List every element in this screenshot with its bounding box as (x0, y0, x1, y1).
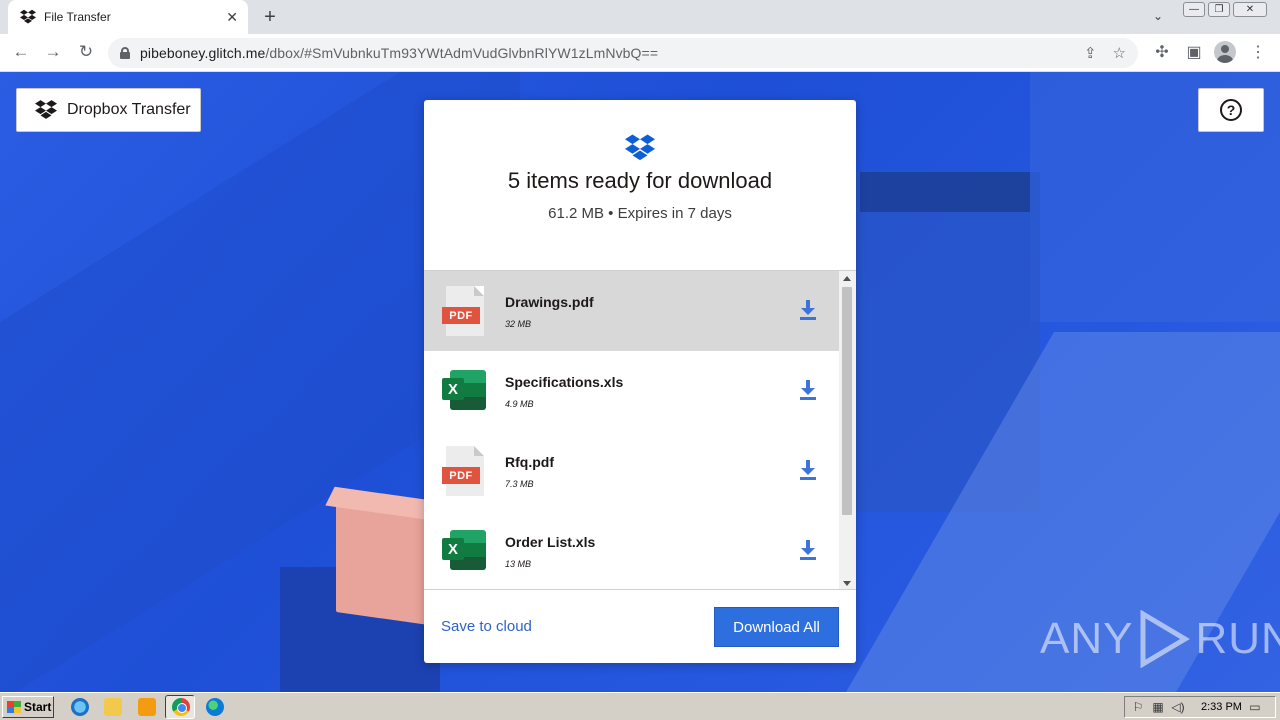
scroll-thumb[interactable] (842, 287, 852, 515)
file-name: Specifications.xls (505, 373, 624, 390)
file-name: Drawings.pdf (505, 293, 594, 310)
new-tab-button[interactable]: + (260, 6, 280, 29)
browser-tab[interactable]: File Transfer ✕ (8, 0, 248, 34)
chrome-taskbar-button[interactable] (165, 695, 195, 719)
file-row[interactable]: PDF Drawings.pdf 32 MB (424, 271, 839, 351)
clock: 2:33 PM (1201, 701, 1242, 713)
show-desktop-icon[interactable]: ▭ (1248, 700, 1262, 714)
dropbox-favicon-icon (20, 9, 36, 24)
download-icon[interactable] (789, 376, 829, 406)
close-window-button[interactable]: ✕ (1233, 2, 1267, 17)
bookmark-star-icon[interactable]: ☆ (1113, 44, 1126, 62)
file-name: Rfq.pdf (505, 453, 554, 470)
tab-search-icon[interactable]: ⌄ (1153, 9, 1163, 23)
address-bar[interactable]: pibeboney.glitch.me/dbox/#SmVubnkuTm93YW… (108, 38, 1138, 68)
back-icon[interactable]: ← (10, 42, 32, 62)
url-text[interactable]: pibeboney.glitch.me/dbox/#SmVubnkuTm93YW… (140, 45, 658, 61)
excel-file-icon: X (442, 366, 488, 416)
download-card: 5 items ready for download 61.2 MB • Exp… (424, 100, 856, 663)
play-logo-icon (1140, 610, 1191, 668)
extensions-icon[interactable]: ✣ (1151, 42, 1173, 62)
help-icon: ? (1220, 99, 1242, 121)
profile-avatar[interactable] (1214, 41, 1236, 63)
dropbox-logo-icon (625, 134, 655, 161)
side-panel-icon[interactable]: ▣ (1183, 42, 1205, 62)
reload-icon[interactable]: ↻ (75, 42, 97, 62)
download-icon[interactable] (789, 536, 829, 566)
pdf-file-icon: PDF (442, 446, 488, 496)
card-header: 5 items ready for download 61.2 MB • Exp… (424, 100, 856, 270)
brand-label: Dropbox Transfer (67, 101, 191, 118)
excel-file-icon: X (442, 526, 488, 576)
windows-logo-icon (7, 701, 21, 713)
card-subtitle: 61.2 MB • Expires in 7 days (548, 205, 732, 222)
card-footer: Save to cloud Download All (424, 590, 856, 663)
download-icon[interactable] (789, 296, 829, 326)
pdf-file-icon: PDF (442, 286, 488, 336)
decorative-block (336, 496, 436, 627)
browser-toolbar: ← → ↻ pibeboney.glitch.me/dbox/#SmVubnku… (0, 34, 1280, 72)
scroll-down-icon[interactable] (843, 581, 851, 586)
volume-icon[interactable]: ◁) (1171, 700, 1185, 714)
file-row[interactable]: X Specifications.xls 4.9 MB (424, 351, 839, 431)
card-title: 5 items ready for download (507, 168, 773, 193)
download-icon[interactable] (789, 456, 829, 486)
edge-icon[interactable] (206, 698, 224, 716)
window-controls: — ❐ ✕ (1180, 2, 1267, 18)
anyrun-watermark: ANY RUN (1040, 610, 1280, 668)
chrome-icon (172, 698, 190, 716)
scroll-up-icon[interactable] (843, 276, 851, 281)
tab-strip: File Transfer ✕ + ⌄ — ❐ ✕ (0, 0, 1280, 34)
windows-taskbar: Start ⚐ ▦ ◁) 2:33 PM ▭ (0, 692, 1280, 720)
file-list-scrollbar[interactable] (839, 271, 856, 589)
file-row[interactable]: X Order List.xls 13 MB (424, 511, 839, 589)
share-icon[interactable]: ⇪ (1084, 44, 1097, 62)
file-size: 13 MB (505, 558, 532, 569)
menu-icon[interactable]: ⋮ (1247, 42, 1269, 62)
lock-icon[interactable] (120, 47, 130, 59)
media-player-icon[interactable] (138, 698, 156, 716)
flag-icon[interactable]: ⚐ (1131, 700, 1145, 714)
system-tray: ⚐ ▦ ◁) 2:33 PM ▭ (1124, 696, 1276, 718)
tab-title: File Transfer (44, 10, 111, 24)
help-button[interactable]: ? (1198, 88, 1264, 132)
minimize-button[interactable]: — (1183, 2, 1205, 17)
download-all-button[interactable]: Download All (714, 607, 839, 647)
file-list: PDF Drawings.pdf 32 MB X Specifications.… (424, 270, 856, 590)
internet-explorer-icon[interactable] (71, 698, 89, 716)
tab-close-icon[interactable]: ✕ (226, 9, 238, 26)
dropbox-logo-icon (35, 100, 57, 119)
file-row[interactable]: PDF Rfq.pdf 7.3 MB (424, 431, 839, 511)
file-size: 7.3 MB (505, 478, 534, 489)
dropbox-transfer-button[interactable]: Dropbox Transfer (16, 88, 201, 132)
file-size: 4.9 MB (505, 398, 534, 409)
network-icon[interactable]: ▦ (1151, 700, 1165, 714)
forward-icon[interactable]: → (42, 42, 64, 62)
file-explorer-icon[interactable] (104, 698, 122, 716)
file-size: 32 MB (505, 318, 532, 329)
start-button[interactable]: Start (2, 696, 54, 718)
file-name: Order List.xls (505, 533, 596, 550)
restore-button[interactable]: ❐ (1208, 2, 1230, 17)
omnibox-actions: ⇪ ☆ (1084, 44, 1126, 62)
save-to-cloud-link[interactable]: Save to cloud (441, 618, 532, 635)
